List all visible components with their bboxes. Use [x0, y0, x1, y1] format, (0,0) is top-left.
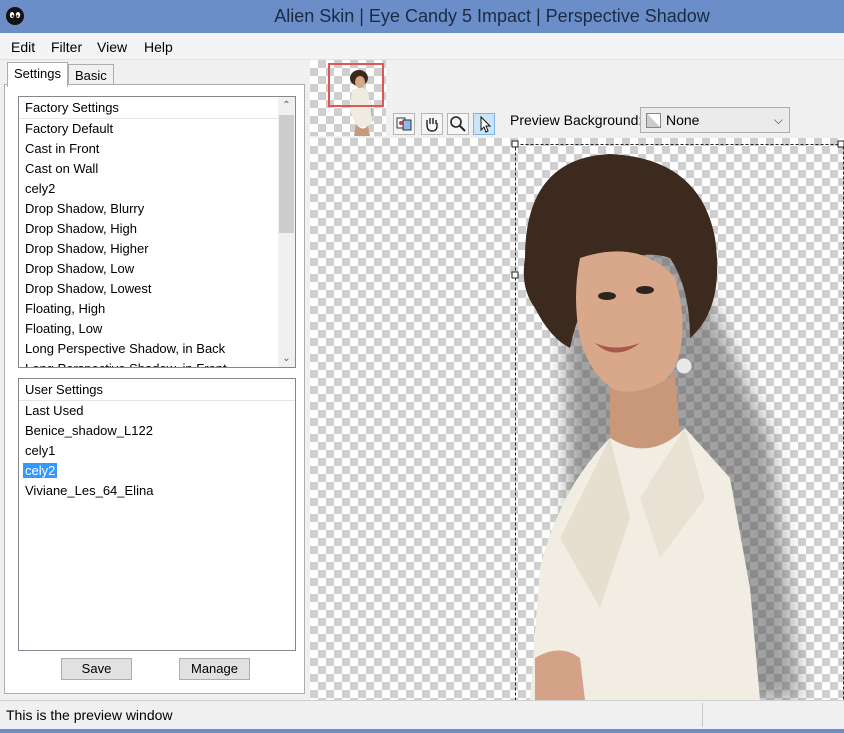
menu-edit[interactable]: Edit [11, 39, 35, 55]
navigator-thumbnail[interactable] [310, 60, 386, 136]
factory-setting-item[interactable]: Drop Shadow, High [19, 219, 278, 239]
factory-setting-item[interactable]: Drop Shadow, Blurry [19, 199, 278, 219]
none-swatch-icon [646, 113, 661, 128]
factory-setting-item[interactable]: Drop Shadow, Higher [19, 239, 278, 259]
thumbnail-view-rect[interactable] [328, 63, 384, 107]
user-setting-item[interactable]: Last Used [19, 401, 295, 421]
preview-toggle-icon [396, 117, 412, 131]
factory-list-scrollbar[interactable]: ⌃ ⌄ [278, 97, 295, 367]
menu-view[interactable]: View [97, 39, 127, 55]
zoom-icon [450, 116, 466, 132]
hand-icon [426, 118, 438, 132]
user-settings-header: User Settings [19, 379, 295, 401]
user-setting-label: cely2 [23, 463, 58, 478]
settings-tab-body: Factory Settings Factory Default Cast in … [4, 84, 305, 694]
scroll-down-icon[interactable]: ⌄ [278, 350, 295, 367]
factory-setting-item[interactable]: Factory Default [19, 119, 278, 139]
user-setting-label: Viviane_Les_64_Elina [25, 483, 154, 498]
user-setting-label: Last Used [25, 403, 84, 418]
factory-setting-item[interactable]: Drop Shadow, Low [19, 259, 278, 279]
user-setting-label: Benice_shadow_L122 [25, 423, 153, 438]
factory-setting-item[interactable]: Long Perspective Shadow, in Back [19, 339, 278, 359]
status-text: This is the preview window [6, 707, 173, 723]
user-setting-item[interactable]: cely1 [19, 441, 295, 461]
factory-setting-item[interactable]: Floating, High [19, 299, 278, 319]
status-bar: This is the preview window [0, 700, 844, 729]
factory-setting-item[interactable]: Floating, Low [19, 319, 278, 339]
user-setting-item[interactable]: Viviane_Les_64_Elina [19, 481, 295, 501]
factory-setting-item[interactable]: cely2 [19, 179, 278, 199]
title-bar: Alien Skin | Eye Candy 5 Impact | Perspe… [0, 0, 844, 33]
menu-filter[interactable]: Filter [51, 39, 82, 55]
preview-canvas[interactable] [310, 138, 844, 700]
manage-button[interactable]: Manage [179, 658, 250, 680]
menu-help[interactable]: Help [144, 39, 173, 55]
preview-image [511, 140, 844, 700]
factory-setting-item[interactable]: Cast in Front [19, 139, 278, 159]
user-setting-item[interactable]: cely2 [19, 461, 295, 481]
user-setting-label: cely1 [25, 443, 56, 458]
factory-setting-item[interactable]: Drop Shadow, Lowest [19, 279, 278, 299]
window-title: Alien Skin | Eye Candy 5 Impact | Perspe… [274, 6, 710, 26]
pointer-tool-button[interactable] [473, 113, 495, 135]
zoom-tool-button[interactable] [447, 113, 469, 135]
settings-panel: Settings Basic Factory Settings Factory … [0, 60, 310, 700]
window-bottom-border [0, 729, 844, 733]
preview-background-value: None [666, 112, 700, 128]
factory-setting-item[interactable]: Long Perspective Shadow, in Front [19, 359, 278, 367]
status-separator [702, 703, 703, 727]
save-button[interactable]: Save [61, 658, 132, 680]
pointer-icon [480, 115, 492, 133]
scroll-thumb[interactable] [279, 115, 294, 233]
factory-settings-list[interactable]: Factory Settings Factory Default Cast in … [18, 96, 296, 368]
hand-tool-button[interactable] [421, 113, 443, 135]
menu-bar: Edit Filter View Help [0, 33, 844, 60]
user-setting-item[interactable]: Benice_shadow_L122 [19, 421, 295, 441]
preview-background-label: Preview Background: [510, 112, 643, 128]
tab-settings[interactable]: Settings [7, 62, 68, 87]
factory-settings-header: Factory Settings [19, 97, 278, 119]
preview-panel: Preview Background: None ⌵ [310, 60, 844, 700]
preview-toggle-button[interactable] [393, 113, 415, 135]
preview-background-select[interactable]: None ⌵ [640, 107, 790, 133]
factory-setting-item[interactable]: Cast on Wall [19, 159, 278, 179]
user-settings-list[interactable]: User Settings Last Used Benice_shadow_L12… [18, 378, 296, 651]
scroll-up-icon[interactable]: ⌃ [278, 97, 295, 114]
chevron-down-icon: ⌵ [773, 113, 783, 127]
